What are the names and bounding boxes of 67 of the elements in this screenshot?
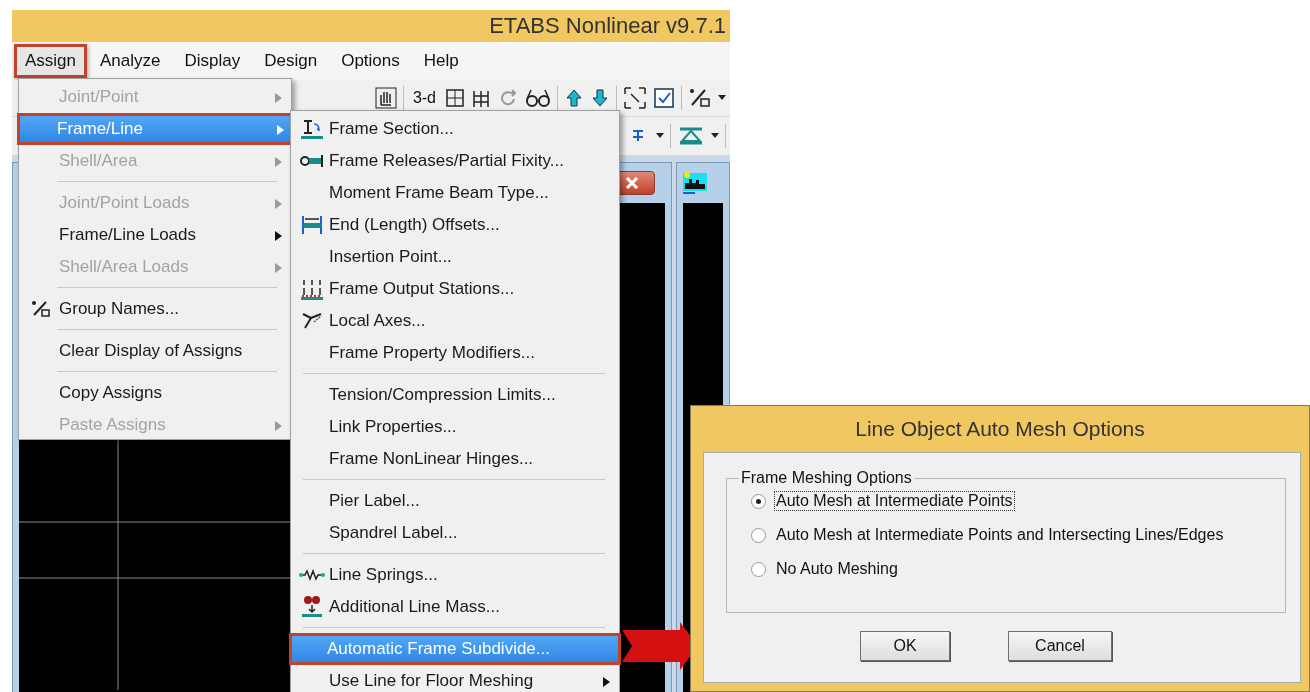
model-window-icon <box>683 171 707 195</box>
mass-icon <box>299 595 324 619</box>
cancel-button[interactable]: Cancel <box>1008 631 1112 661</box>
dropdown-caret-icon[interactable] <box>711 133 719 139</box>
menu-item[interactable]: Local Axes... <box>291 305 619 337</box>
menu-item[interactable]: Frame/Line Loads <box>19 219 291 251</box>
window-title: ETABS Nonlinear v9.7.1 <box>489 13 726 39</box>
menu-bar-item[interactable]: Options <box>330 44 411 78</box>
submenu-arrow-icon <box>603 677 610 687</box>
radio-button[interactable] <box>751 527 766 543</box>
support-icon[interactable] <box>677 125 705 147</box>
submenu-arrow-icon <box>277 125 284 135</box>
group-icon[interactable] <box>688 87 712 109</box>
menu-bar-item[interactable]: Assign <box>14 44 88 78</box>
submenu-arrow-icon <box>275 421 282 431</box>
menu-item[interactable]: Group Names... <box>19 293 291 325</box>
glasses-icon[interactable] <box>525 87 551 109</box>
group-icon <box>30 300 51 318</box>
close-icon <box>625 177 639 189</box>
down-arrow-icon[interactable] <box>590 87 610 109</box>
select-icon[interactable] <box>623 86 647 110</box>
radio-button[interactable] <box>751 493 766 509</box>
menu-item[interactable]: Use Line for Floor Meshing <box>291 665 619 692</box>
submenu-arrow-icon <box>275 263 282 273</box>
menu-bar-item[interactable]: Help <box>412 44 470 78</box>
end-offset-icon <box>299 215 324 235</box>
submenu-arrow-icon <box>275 157 282 167</box>
menu-item[interactable]: Additional Line Mass... <box>291 591 619 623</box>
menu-bar-item[interactable]: Design <box>253 44 329 78</box>
menu-item[interactable]: Frame Output Stations... <box>291 273 619 305</box>
release-icon <box>299 154 324 168</box>
stations-icon <box>299 278 324 300</box>
checkbox-icon[interactable] <box>653 87 675 109</box>
radio-button[interactable] <box>751 561 766 577</box>
dialog-title: Line Object Auto Mesh Options <box>855 417 1145 441</box>
menu-item[interactable]: End (Length) Offsets... <box>291 209 619 241</box>
menu-item[interactable]: Spandrel Label... <box>291 517 619 549</box>
submenu-arrow-icon <box>275 231 282 241</box>
menu-item[interactable]: Link Properties... <box>291 411 619 443</box>
plan-view-icon[interactable] <box>445 87 465 109</box>
group-label: Frame Meshing Options <box>740 469 913 487</box>
menu-item[interactable]: Frame Releases/Partial Fixity... <box>291 145 619 177</box>
menu-item[interactable]: Insertion Point... <box>291 241 619 273</box>
menu-item[interactable]: Line Springs... <box>291 559 619 591</box>
menu-item[interactable]: Frame NonLinear Hinges... <box>291 443 619 475</box>
submenu-arrow-icon <box>275 93 282 103</box>
dropdown-caret-icon[interactable] <box>656 133 664 139</box>
3d-view-button[interactable]: 3-d <box>409 89 439 107</box>
option-label: No Auto Meshing <box>775 559 899 579</box>
ok-button[interactable]: OK <box>860 631 950 661</box>
spring-icon <box>298 569 325 581</box>
menu-item[interactable]: Clear Display of Assigns <box>19 335 291 367</box>
menu-item[interactable]: Frame Section... <box>291 113 619 145</box>
menu-item[interactable]: Moment Frame Beam Type... <box>291 177 619 209</box>
dropdown-caret-icon[interactable] <box>718 95 726 101</box>
submenu-arrow-icon <box>275 199 282 209</box>
pan-hand-icon[interactable] <box>374 87 397 109</box>
up-arrow-icon[interactable] <box>564 87 584 109</box>
beam-section-icon <box>299 118 324 140</box>
option-label: Auto Mesh at Intermediate Points <box>774 491 1015 511</box>
menu-bar-item[interactable]: Display <box>173 44 252 78</box>
menu-item[interactable]: Pier Label... <box>291 485 619 517</box>
menu-bar-item[interactable]: Analyze <box>89 44 172 78</box>
menu-item[interactable]: Frame Property Modifiers... <box>291 337 619 369</box>
menu-item[interactable]: Tension/Compression Limits... <box>291 379 619 411</box>
option-label: Auto Mesh at Intermediate Points and Intersecting Lines/Edges <box>775 525 1225 545</box>
menu-item[interactable]: Copy Assigns <box>19 377 291 409</box>
